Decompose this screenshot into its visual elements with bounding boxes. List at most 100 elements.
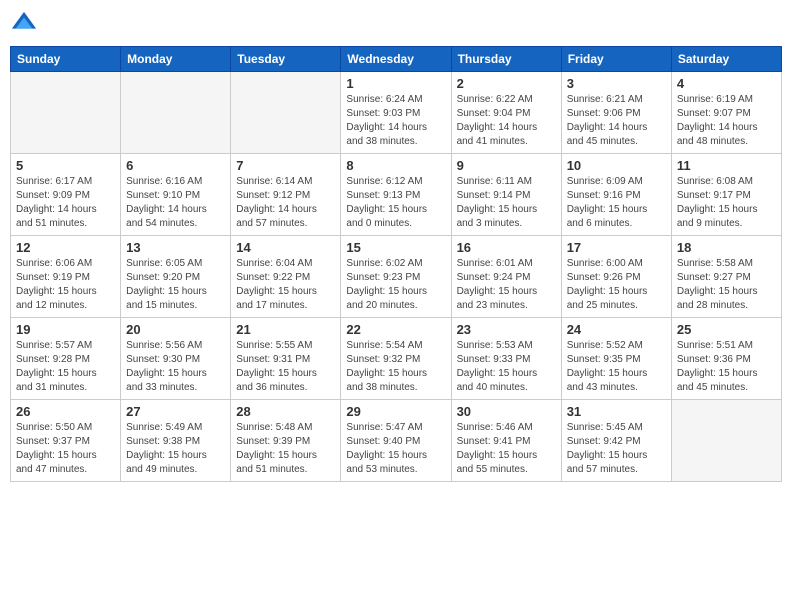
cell-info: Sunrise: 6:12 AM Sunset: 9:13 PM Dayligh… xyxy=(346,175,445,231)
calendar-cell: 6Sunrise: 6:16 AM Sunset: 9:10 PM Daylig… xyxy=(121,154,231,236)
day-number: 16 xyxy=(457,240,556,255)
cell-info: Sunrise: 5:49 AM Sunset: 9:38 PM Dayligh… xyxy=(126,421,225,477)
calendar-cell xyxy=(231,72,341,154)
day-number: 8 xyxy=(346,158,445,173)
weekday-header-thursday: Thursday xyxy=(451,47,561,72)
cell-info: Sunrise: 6:09 AM Sunset: 9:16 PM Dayligh… xyxy=(567,175,666,231)
day-number: 13 xyxy=(126,240,225,255)
cell-info: Sunrise: 6:08 AM Sunset: 9:17 PM Dayligh… xyxy=(677,175,776,231)
day-number: 6 xyxy=(126,158,225,173)
calendar-cell: 27 Sunrise: 5:49 AM Sunset: 9:38 PM Dayli… xyxy=(121,400,231,482)
calendar-cell: 5Sunrise: 6:17 AM Sunset: 9:09 PM Daylig… xyxy=(11,154,121,236)
cell-info: Sunrise: 5:47 AM Sunset: 9:40 PM Dayligh… xyxy=(346,421,445,477)
calendar-cell: 1 Sunrise: 6:24 AM Sunset: 9:03 PM Daylig… xyxy=(341,72,451,154)
cell-info: Sunrise: 5:56 AM Sunset: 9:30 PM Dayligh… xyxy=(126,339,225,395)
day-number: 29 xyxy=(346,404,445,419)
day-number: 27 xyxy=(126,404,225,419)
day-number: 15 xyxy=(346,240,445,255)
calendar-cell: 30 Sunrise: 5:46 AM Sunset: 9:41 PM Dayli… xyxy=(451,400,561,482)
cell-info: Sunrise: 6:14 AM Sunset: 9:12 PM Dayligh… xyxy=(236,175,335,231)
calendar-cell: 15 Sunrise: 6:02 AM Sunset: 9:23 PM Dayli… xyxy=(341,236,451,318)
calendar-cell xyxy=(671,400,781,482)
calendar-cell: 31 Sunrise: 5:45 AM Sunset: 9:42 PM Dayli… xyxy=(561,400,671,482)
cell-info: Sunrise: 6:11 AM Sunset: 9:14 PM Dayligh… xyxy=(457,175,556,231)
day-number: 24 xyxy=(567,322,666,337)
day-number: 26 xyxy=(16,404,115,419)
calendar-cell: 24 Sunrise: 5:52 AM Sunset: 9:35 PM Dayli… xyxy=(561,318,671,400)
calendar-cell: 22 Sunrise: 5:54 AM Sunset: 9:32 PM Dayli… xyxy=(341,318,451,400)
day-number: 21 xyxy=(236,322,335,337)
weekday-header-tuesday: Tuesday xyxy=(231,47,341,72)
cell-info: Sunrise: 6:24 AM Sunset: 9:03 PM Dayligh… xyxy=(346,93,445,149)
calendar-cell: 3 Sunrise: 6:21 AM Sunset: 9:06 PM Daylig… xyxy=(561,72,671,154)
calendar-cell: 7 Sunrise: 6:14 AM Sunset: 9:12 PM Daylig… xyxy=(231,154,341,236)
cell-info: Sunrise: 6:02 AM Sunset: 9:23 PM Dayligh… xyxy=(346,257,445,313)
cell-info: Sunrise: 6:05 AM Sunset: 9:20 PM Dayligh… xyxy=(126,257,225,313)
cell-info: Sunrise: 5:52 AM Sunset: 9:35 PM Dayligh… xyxy=(567,339,666,395)
cell-info: Sunrise: 6:00 AM Sunset: 9:26 PM Dayligh… xyxy=(567,257,666,313)
day-number: 31 xyxy=(567,404,666,419)
day-number: 3 xyxy=(567,76,666,91)
day-number: 10 xyxy=(567,158,666,173)
day-number: 2 xyxy=(457,76,556,91)
calendar-cell: 12 Sunrise: 6:06 AM Sunset: 9:19 PM Dayli… xyxy=(11,236,121,318)
cell-info: Sunrise: 6:22 AM Sunset: 9:04 PM Dayligh… xyxy=(457,93,556,149)
calendar-cell: 25Sunrise: 5:51 AM Sunset: 9:36 PM Dayli… xyxy=(671,318,781,400)
cell-info: Sunrise: 5:46 AM Sunset: 9:41 PM Dayligh… xyxy=(457,421,556,477)
calendar-cell: 23 Sunrise: 5:53 AM Sunset: 9:33 PM Dayli… xyxy=(451,318,561,400)
day-number: 28 xyxy=(236,404,335,419)
cell-info: Sunrise: 5:48 AM Sunset: 9:39 PM Dayligh… xyxy=(236,421,335,477)
logo-icon xyxy=(10,10,38,38)
day-number: 30 xyxy=(457,404,556,419)
cell-info: Sunrise: 6:06 AM Sunset: 9:19 PM Dayligh… xyxy=(16,257,115,313)
calendar-cell xyxy=(11,72,121,154)
calendar-cell: 13 Sunrise: 6:05 AM Sunset: 9:20 PM Dayli… xyxy=(121,236,231,318)
cell-info: Sunrise: 5:51 AM Sunset: 9:36 PM Dayligh… xyxy=(677,339,776,395)
calendar-cell: 8 Sunrise: 6:12 AM Sunset: 9:13 PM Daylig… xyxy=(341,154,451,236)
cell-info: Sunrise: 5:45 AM Sunset: 9:42 PM Dayligh… xyxy=(567,421,666,477)
calendar-cell: 16Sunrise: 6:01 AM Sunset: 9:24 PM Dayli… xyxy=(451,236,561,318)
calendar-cell: 11 Sunrise: 6:08 AM Sunset: 9:17 PM Dayli… xyxy=(671,154,781,236)
cell-info: Sunrise: 6:21 AM Sunset: 9:06 PM Dayligh… xyxy=(567,93,666,149)
day-number: 5 xyxy=(16,158,115,173)
weekday-header-sunday: Sunday xyxy=(11,47,121,72)
weekday-header-monday: Monday xyxy=(121,47,231,72)
calendar-cell: 10 Sunrise: 6:09 AM Sunset: 9:16 PM Dayli… xyxy=(561,154,671,236)
cell-info: Sunrise: 5:53 AM Sunset: 9:33 PM Dayligh… xyxy=(457,339,556,395)
cell-info: Sunrise: 5:50 AM Sunset: 9:37 PM Dayligh… xyxy=(16,421,115,477)
calendar-cell: 17 Sunrise: 6:00 AM Sunset: 9:26 PM Dayli… xyxy=(561,236,671,318)
calendar-cell: 28 Sunrise: 5:48 AM Sunset: 9:39 PM Dayli… xyxy=(231,400,341,482)
calendar-cell: 26 Sunrise: 5:50 AM Sunset: 9:37 PM Dayli… xyxy=(11,400,121,482)
calendar-cell: 2 Sunrise: 6:22 AM Sunset: 9:04 PM Daylig… xyxy=(451,72,561,154)
calendar-cell: 4Sunrise: 6:19 AM Sunset: 9:07 PM Daylig… xyxy=(671,72,781,154)
day-number: 9 xyxy=(457,158,556,173)
calendar-cell xyxy=(121,72,231,154)
cell-info: Sunrise: 6:04 AM Sunset: 9:22 PM Dayligh… xyxy=(236,257,335,313)
calendar-cell: 9 Sunrise: 6:11 AM Sunset: 9:14 PM Daylig… xyxy=(451,154,561,236)
logo xyxy=(10,10,42,38)
weekday-header-saturday: Saturday xyxy=(671,47,781,72)
calendar-cell: 29 Sunrise: 5:47 AM Sunset: 9:40 PM Dayli… xyxy=(341,400,451,482)
day-number: 18 xyxy=(677,240,776,255)
cell-info: Sunrise: 5:58 AM Sunset: 9:27 PM Dayligh… xyxy=(677,257,776,313)
calendar-cell: 20Sunrise: 5:56 AM Sunset: 9:30 PM Dayli… xyxy=(121,318,231,400)
weekday-header-friday: Friday xyxy=(561,47,671,72)
day-number: 19 xyxy=(16,322,115,337)
cell-info: Sunrise: 6:19 AM Sunset: 9:07 PM Dayligh… xyxy=(677,93,776,149)
calendar-table: SundayMondayTuesdayWednesdayThursdayFrid… xyxy=(10,46,782,482)
day-number: 12 xyxy=(16,240,115,255)
calendar-cell: 14 Sunrise: 6:04 AM Sunset: 9:22 PM Dayli… xyxy=(231,236,341,318)
day-number: 22 xyxy=(346,322,445,337)
day-number: 23 xyxy=(457,322,556,337)
page-header xyxy=(10,10,782,38)
calendar-cell: 18 Sunrise: 5:58 AM Sunset: 9:27 PM Dayli… xyxy=(671,236,781,318)
cell-info: Sunrise: 5:57 AM Sunset: 9:28 PM Dayligh… xyxy=(16,339,115,395)
day-number: 1 xyxy=(346,76,445,91)
day-number: 17 xyxy=(567,240,666,255)
day-number: 11 xyxy=(677,158,776,173)
day-number: 7 xyxy=(236,158,335,173)
calendar-cell: 19 Sunrise: 5:57 AM Sunset: 9:28 PM Dayli… xyxy=(11,318,121,400)
day-number: 14 xyxy=(236,240,335,255)
weekday-header-wednesday: Wednesday xyxy=(341,47,451,72)
cell-info: Sunrise: 5:54 AM Sunset: 9:32 PM Dayligh… xyxy=(346,339,445,395)
